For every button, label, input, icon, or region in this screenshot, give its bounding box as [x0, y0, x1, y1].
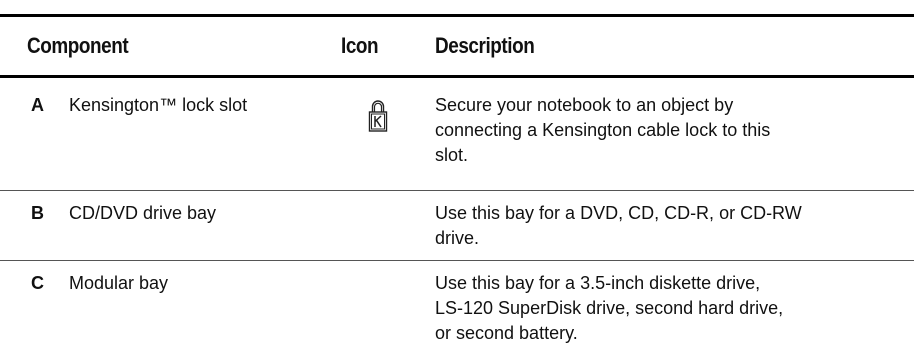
kensington-lock-icon [368, 98, 388, 139]
header-icon: Icon [341, 33, 379, 58]
description-line: Use this bay for a DVD, CD, CD-R, or CD-… [435, 203, 802, 223]
row-description: Use this bay for a 3.5-inch diskette dri… [435, 271, 905, 346]
header-description: Description [435, 33, 535, 58]
table-row: B CD/DVD drive bay Use this bay for a DV… [0, 191, 914, 261]
description-line: slot. [435, 145, 469, 165]
table-header: Component Icon Description [0, 17, 914, 75]
row-letter: B [31, 203, 44, 223]
description-line: Use this bay for a 3.5-inch diskette dri… [435, 273, 761, 293]
table-row: C Modular bay Use this bay for a 3.5-inc… [0, 261, 914, 359]
description-line: connecting a Kensington cable lock to th… [435, 120, 771, 140]
description-line: LS-120 SuperDisk drive, second hard driv… [435, 298, 784, 318]
description-line: or second battery. [435, 323, 578, 343]
row-component: Kensington™ lock slot [69, 95, 248, 115]
row-letter: C [31, 273, 44, 293]
header-component: Component [27, 33, 129, 58]
row-component: Modular bay [69, 273, 169, 293]
row-letter: A [31, 95, 44, 115]
row-description: Use this bay for a DVD, CD, CD-R, or CD-… [435, 201, 905, 251]
description-line: drive. [435, 228, 480, 248]
description-line: Secure your notebook to an object by [435, 95, 734, 115]
row-description: Secure your notebook to an object by con… [435, 93, 905, 168]
row-component: CD/DVD drive bay [69, 203, 217, 223]
table-row: A Kensington™ lock slot Secure your note… [0, 78, 914, 191]
